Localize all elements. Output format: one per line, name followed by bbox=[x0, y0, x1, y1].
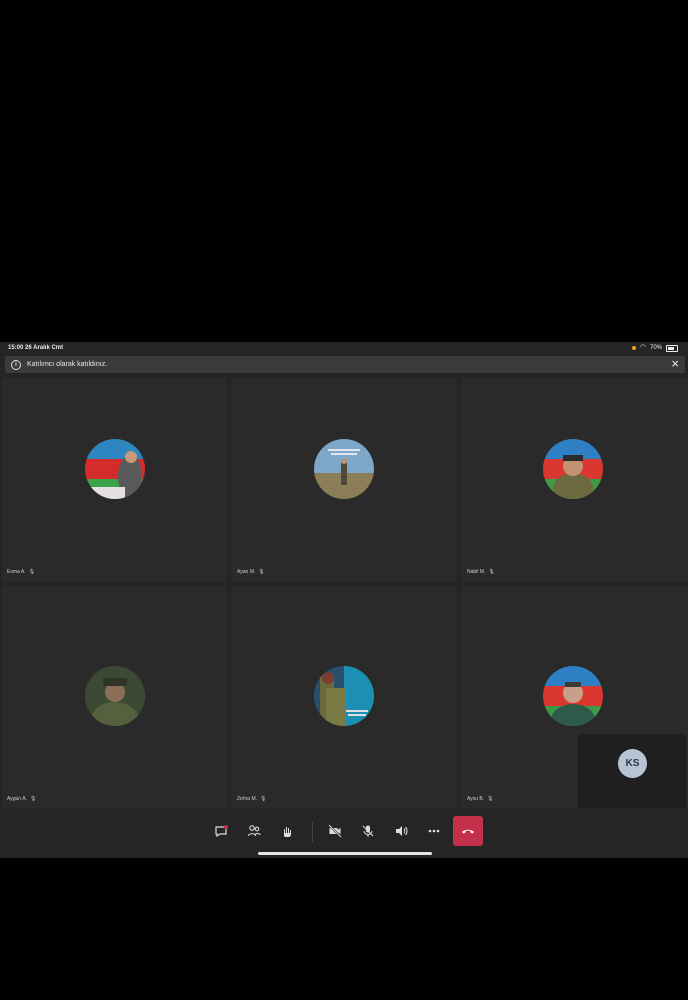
battery-percent: 70% bbox=[649, 345, 662, 351]
participant-tile-5[interactable]: Zehra M. 🎙 bbox=[231, 586, 457, 808]
wifi-icon: ◠ bbox=[639, 344, 646, 351]
meeting-toolbar bbox=[0, 812, 688, 852]
officer-avatar bbox=[543, 666, 603, 726]
soldier-flag-avatar bbox=[543, 439, 603, 499]
status-bar: 15:00 26 Aralık Cmt ◠ 70% bbox=[0, 342, 688, 354]
participant-name: Aysu B. 🎙 bbox=[467, 796, 494, 802]
participant-name: Ayan M. 🎙 bbox=[237, 569, 265, 575]
camera-button[interactable] bbox=[322, 818, 348, 844]
participant-name: Zehra M. 🎙 bbox=[237, 796, 267, 802]
speaker-button[interactable] bbox=[388, 818, 414, 844]
mic-muted-icon: 🎙 bbox=[29, 796, 37, 802]
raise-hand-button[interactable] bbox=[274, 818, 300, 844]
home-indicator[interactable] bbox=[258, 852, 432, 855]
participant-tile-3[interactable]: Nabil M. 🎙 bbox=[461, 378, 688, 582]
participants-icon bbox=[247, 825, 261, 837]
mic-muted-icon: 🎙 bbox=[488, 569, 495, 575]
participant-name: Aygün A. 🎙 bbox=[7, 796, 37, 802]
hang-up-icon bbox=[462, 829, 474, 834]
more-icon bbox=[428, 829, 440, 833]
recording-dot-icon bbox=[631, 346, 636, 350]
more-options-button[interactable] bbox=[421, 818, 447, 844]
flag-person-avatar bbox=[85, 439, 145, 499]
status-time-date: 15:00 26 Aralık Cmt bbox=[8, 345, 64, 351]
participant-tile-1[interactable]: Esma A. 🎙 bbox=[2, 378, 227, 582]
self-initials-avatar: KS bbox=[618, 749, 647, 778]
participant-tile-4[interactable]: Aygün A. 🎙 bbox=[2, 586, 227, 808]
microphone-button[interactable] bbox=[355, 818, 381, 844]
banner-message: Katılımcı olarak katıldınız. bbox=[27, 361, 108, 368]
chat-icon bbox=[215, 825, 228, 838]
battery-fill bbox=[668, 346, 674, 350]
self-view-tile[interactable]: KS bbox=[578, 734, 686, 808]
soldier-field-avatar bbox=[314, 439, 374, 499]
participants-button[interactable] bbox=[241, 818, 267, 844]
hang-up-button[interactable] bbox=[453, 816, 483, 846]
mic-muted-icon: 🎙 bbox=[28, 569, 35, 575]
participant-name: Esma A. 🎙 bbox=[7, 569, 35, 575]
chat-button[interactable] bbox=[208, 818, 234, 844]
mic-muted-icon: 🎙 bbox=[260, 796, 267, 802]
soldier-text-avatar bbox=[314, 666, 374, 726]
info-icon: i bbox=[11, 359, 21, 370]
mic-muted-icon: 🎙 bbox=[258, 569, 265, 575]
participant-name: Nabil M. 🎙 bbox=[467, 569, 495, 575]
raise-hand-icon bbox=[284, 827, 291, 837]
speaker-icon bbox=[396, 826, 408, 836]
camera-off-icon bbox=[328, 824, 342, 838]
battery-icon bbox=[666, 344, 678, 352]
notification-banner: i Katılımcı olarak katıldınız. × bbox=[5, 356, 685, 373]
close-icon[interactable]: × bbox=[671, 357, 679, 371]
soldier-camo-avatar bbox=[85, 666, 145, 726]
participant-tile-2[interactable]: Ayan M. 🎙 bbox=[231, 378, 457, 582]
mic-muted-icon: 🎙 bbox=[487, 796, 494, 802]
teams-meeting-screen: 15:00 26 Aralık Cmt ◠ 70% i Katılımcı ol… bbox=[0, 342, 688, 858]
toolbar-divider bbox=[312, 822, 313, 842]
mic-off-icon bbox=[362, 825, 374, 837]
